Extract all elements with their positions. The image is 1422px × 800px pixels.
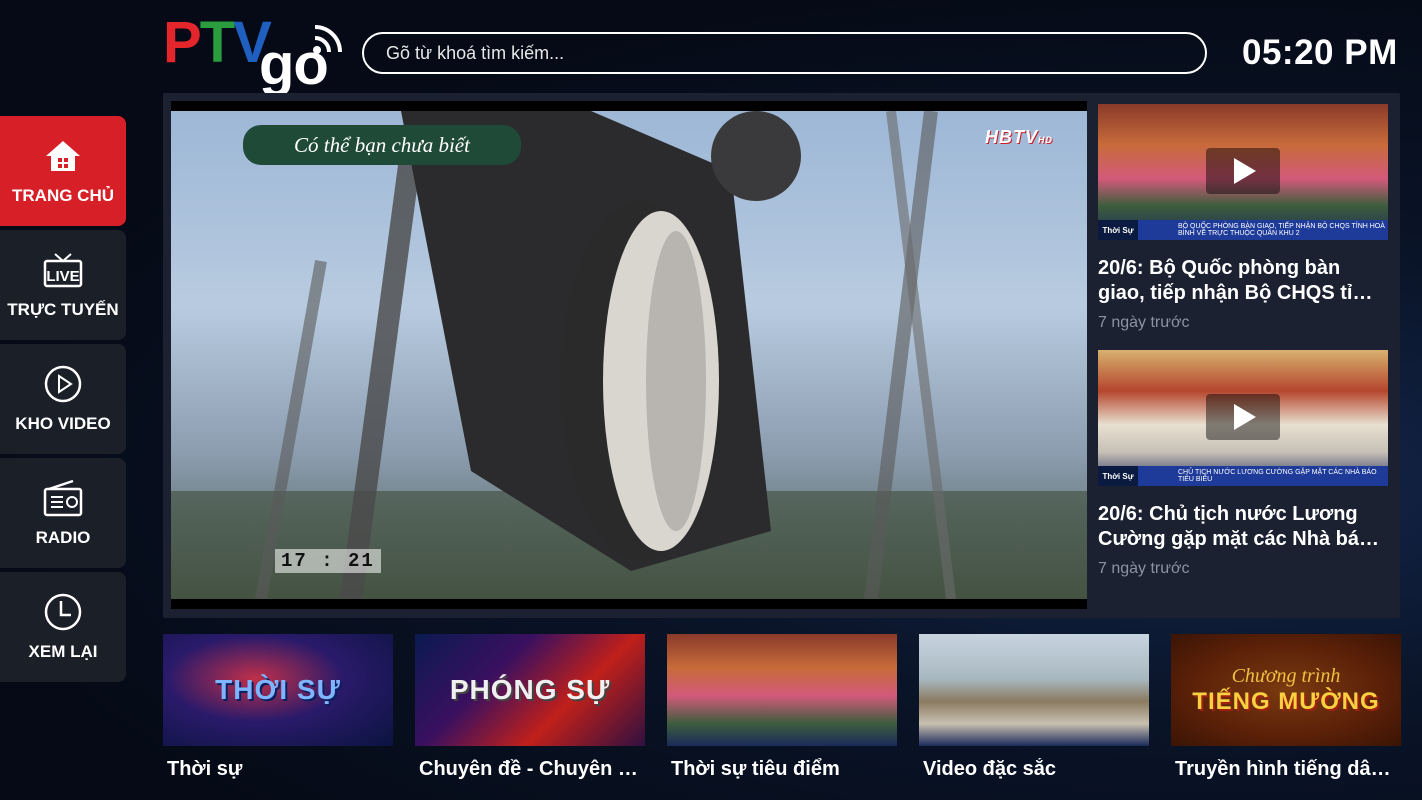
sidebar: TRANG CHỦ LIVE TRỰC TUYẾN KHO VIDEO RADI… xyxy=(0,116,126,686)
clock-icon xyxy=(43,592,83,632)
video-scene xyxy=(171,111,1087,599)
live-tv-icon: LIVE xyxy=(43,250,83,290)
video-title[interactable]: 20/6: Bộ Quốc phòng bàn giao, tiếp nhận … xyxy=(1098,256,1383,306)
sidebar-item-label: TRỰC TUYẾN xyxy=(7,300,119,319)
category-card-video-dac-sac[interactable]: Video đặc sắc xyxy=(919,634,1149,781)
thumb-tag: Thời Sự xyxy=(1098,220,1138,240)
thumb-title: TIẾNG MƯỜNG xyxy=(1192,687,1380,715)
thumb-title: THỜI SỰ xyxy=(215,674,341,705)
category-thumbnail[interactable]: PHÓNG SỰ xyxy=(415,634,645,746)
video-caption: Có thể bạn chưa biết xyxy=(243,125,521,165)
thumb-caption-bar: BỘ QUỐC PHÒNG BÀN GIAO, TIẾP NHẬN BỘ CHQ… xyxy=(1098,220,1388,240)
sidebar-item-label: XEM LẠI xyxy=(28,642,98,661)
category-thumbnail[interactable]: Chương trình TIẾNG MƯỜNG xyxy=(1171,634,1401,746)
sidebar-item-radio[interactable]: RADIO xyxy=(0,458,126,568)
sidebar-item-replay[interactable]: XEM LẠI xyxy=(0,572,126,682)
side-video-card[interactable]: BỘ QUỐC PHÒNG BÀN GIAO, TIẾP NHẬN BỘ CHQ… xyxy=(1098,104,1388,332)
radio-icon xyxy=(43,478,83,518)
thumb-title: PHÓNG SỰ xyxy=(449,674,611,705)
category-thumbnail[interactable] xyxy=(919,634,1149,746)
sidebar-item-video-library[interactable]: KHO VIDEO xyxy=(0,344,126,454)
category-label: Thời sự tiêu điểm xyxy=(671,758,840,780)
side-video-card[interactable]: CHỦ TỊCH NƯỚC LƯƠNG CƯỜNG GẶP MẶT CÁC NH… xyxy=(1098,350,1388,578)
home-icon xyxy=(43,136,83,176)
signal-icon xyxy=(313,25,342,54)
ptv-go-logo: PTV go xyxy=(163,14,343,94)
category-label: Video đặc sắc xyxy=(923,758,1057,780)
video-thumbnail[interactable]: BỘ QUỐC PHÒNG BÀN GIAO, TIẾP NHẬN BỘ CHQ… xyxy=(1098,104,1388,240)
channel-logo: HBTVHD xyxy=(985,127,1053,148)
sidebar-item-home[interactable]: TRANG CHỦ xyxy=(0,116,126,226)
channel-hd: HD xyxy=(1038,135,1053,145)
category-card-thoi-su[interactable]: THỜI SỰ Thời sự xyxy=(163,634,393,781)
video-thumbnail[interactable]: CHỦ TỊCH NƯỚC LƯƠNG CƯỜNG GẶP MẶT CÁC NH… xyxy=(1098,350,1388,486)
play-icon[interactable] xyxy=(1206,148,1280,194)
featured-panel: Có thể bạn chưa biết HBTVHD 17 : 21 BỘ Q… xyxy=(163,93,1400,618)
video-time-ago: 7 ngày trước xyxy=(1098,560,1190,577)
svg-text:LIVE: LIVE xyxy=(46,268,79,285)
category-thumbnail[interactable] xyxy=(667,634,897,746)
category-row: THỜI SỰ Thời sự PHÓNG SỰ Chuyên đề - Chu… xyxy=(163,634,1401,794)
video-time-ago: 7 ngày trước xyxy=(1098,314,1190,331)
video-timestamp: 17 : 21 xyxy=(275,549,381,573)
sidebar-item-label: KHO VIDEO xyxy=(15,414,111,433)
category-card-thoi-su-tieu-diem[interactable]: Thời sự tiêu điểm xyxy=(667,634,897,781)
category-label: Truyền hình tiếng dân tộc xyxy=(1175,758,1397,780)
thumb-tag: Thời Sự xyxy=(1098,466,1138,486)
play-icon[interactable] xyxy=(1206,394,1280,440)
video-title[interactable]: 20/6: Chủ tịch nước Lương Cường gặp mặt … xyxy=(1098,502,1383,552)
thumb-caption-bar: CHỦ TỊCH NƯỚC LƯƠNG CƯỜNG GẶP MẶT CÁC NH… xyxy=(1098,466,1388,486)
sidebar-item-live[interactable]: LIVE TRỰC TUYẾN xyxy=(0,230,126,340)
category-card-tieng-dan-toc[interactable]: Chương trình TIẾNG MƯỜNG Truyền hình tiế… xyxy=(1171,634,1401,781)
search-bar[interactable] xyxy=(362,32,1207,74)
category-label: Thời sự xyxy=(167,758,243,780)
search-input[interactable] xyxy=(386,42,1205,64)
video-player[interactable]: Có thể bạn chưa biết HBTVHD 17 : 21 xyxy=(171,101,1087,609)
thumb-subtitle: Chương trình xyxy=(1231,664,1341,687)
category-thumbnail[interactable]: THỜI SỰ xyxy=(163,634,393,746)
channel-name: HBTV xyxy=(985,127,1038,147)
clock: 05:20 PM xyxy=(1242,33,1398,72)
play-circle-icon xyxy=(43,364,83,404)
logo-t: T xyxy=(199,10,235,75)
category-card-chuyen-de[interactable]: PHÓNG SỰ Chuyên đề - Chuyên mục xyxy=(415,634,645,781)
sidebar-item-label: TRANG CHỦ xyxy=(12,186,114,205)
sidebar-item-label: RADIO xyxy=(35,528,91,547)
video-frame[interactable]: Có thể bạn chưa biết HBTVHD 17 : 21 xyxy=(171,111,1087,599)
logo-p: P xyxy=(163,10,202,75)
category-label: Chuyên đề - Chuyên mục xyxy=(419,758,641,780)
